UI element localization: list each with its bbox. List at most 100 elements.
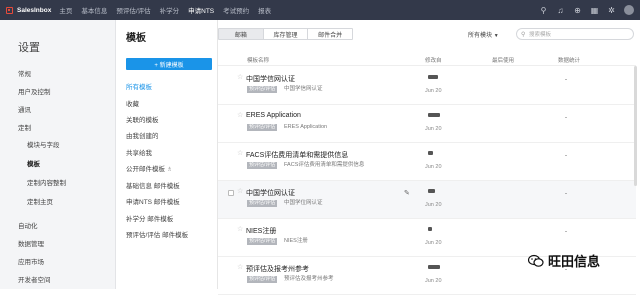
template-name[interactable]: FACS评估费用清单和需提供信息 (246, 150, 348, 160)
star-icon[interactable]: ☆ (237, 187, 243, 195)
nav-pre-assessment[interactable]: 预评估/评估 (116, 5, 150, 15)
template-subject: 中国学信网认证 (284, 86, 323, 92)
table-row[interactable]: ☆ 中国学位网认证 预评估/评估 中国学位网认证 ✎ Jun 20 - (218, 181, 636, 219)
folder-public-email[interactable]: 公开邮件模板 ♗ (126, 163, 172, 173)
template-name[interactable]: ERES Application (246, 112, 301, 119)
template-subject: NIES注册 (284, 238, 308, 244)
sidebar-item-general[interactable]: 常规 (18, 68, 31, 78)
template-name[interactable]: 中国学信网认证 (246, 74, 295, 84)
logo-icon (6, 6, 13, 14)
modified-by-avatar (428, 113, 440, 117)
table-row[interactable]: ☆ FACS评估费用清单和需提供信息 预评估/评估 FACS评估费用清单和需提供… (218, 143, 636, 181)
modified-by-avatar (428, 75, 438, 79)
table-row[interactable]: ☆ 中国学信网认证 预评估/评估 中国学信网认证 Jun 20 - (218, 67, 636, 105)
template-subject: ERES Application (284, 124, 328, 130)
add-icon[interactable]: ⊕ (573, 6, 582, 15)
modified-date: Jun 20 (425, 278, 442, 284)
folder-public-email-label: 公开邮件模板 (126, 166, 165, 173)
table-row[interactable]: ☆ ERES Application 预评估/评估 ERES Applicati… (218, 105, 636, 143)
search-icon[interactable]: ⚲ (539, 6, 548, 15)
template-subject: 中国学位网认证 (284, 200, 323, 206)
module-tag: 预评估/评估 (247, 200, 278, 207)
template-subject: 预评估及报考州参考 (284, 276, 334, 282)
folder-associated[interactable]: 关联的模板 (126, 114, 159, 124)
module-tag: 预评估/评估 (247, 124, 278, 131)
avatar[interactable] (624, 5, 634, 15)
settings-sidebar: 设置 常规 用户及控制 通讯 定制 模块与字段 模板 定制内容整制 定制主页 自… (0, 20, 116, 289)
folder-credits-email[interactable]: 补学分 邮件模板 (126, 213, 173, 223)
chevron-down-icon: ▼ (493, 33, 499, 39)
template-search-input[interactable]: ⚲ 搜索模板 (516, 28, 634, 40)
bell-icon[interactable]: ♫ (556, 6, 565, 15)
module-tag: 预评估/评估 (247, 86, 278, 93)
template-stats: - (565, 191, 567, 197)
modified-by-avatar (428, 151, 433, 155)
sidebar-item-custom-content[interactable]: 定制内容整制 (27, 177, 66, 187)
sidebar-item-modules-fields[interactable]: 模块与字段 (27, 139, 60, 149)
folder-created-by-me[interactable]: 由我创建的 (126, 130, 159, 140)
sidebar-item-users[interactable]: 用户及控制 (18, 86, 51, 96)
sidebar-item-comms[interactable]: 通讯 (18, 104, 31, 114)
folder-shared-with-me[interactable]: 共享给我 (126, 147, 152, 157)
new-template-button[interactable]: + 新建模板 (126, 58, 212, 70)
settings-icon[interactable]: ✲ (607, 6, 616, 15)
module-filter-label: 所有模块 (468, 33, 493, 39)
template-name[interactable]: 预评估及报考州参考 (246, 264, 309, 274)
column-header-last-used[interactable]: 最后使用 (492, 56, 514, 64)
template-type-tabs: 邮箱 库存管理 邮件合并 (218, 28, 353, 40)
table-scrollbar[interactable] (634, 66, 637, 186)
sidebar-item-developer-space[interactable]: 开发者空间 (18, 274, 51, 284)
modified-by-avatar (428, 189, 435, 193)
star-icon[interactable]: ☆ (237, 73, 243, 81)
nav-exam-booking[interactable]: 考试预约 (223, 5, 249, 15)
sidebar-item-templates[interactable]: 模板 (27, 158, 40, 168)
template-folder-panel: 模板 + 新建模板 所有模板 收藏 关联的模板 由我创建的 共享给我 公开邮件模… (116, 20, 218, 289)
star-icon[interactable]: ☆ (237, 149, 243, 157)
sidebar-title: 设置 (18, 42, 40, 54)
template-name[interactable]: 中国学位网认证 (246, 188, 295, 198)
calendar-icon[interactable]: ▦ (590, 6, 599, 15)
module-tag: 预评估/评估 (247, 162, 278, 169)
column-header-modified[interactable]: 修改自 (425, 56, 442, 64)
modified-date: Jun 20 (425, 88, 442, 94)
sidebar-item-customize[interactable]: 定制 (18, 122, 31, 132)
edit-pencil-icon[interactable]: ✎ (404, 189, 410, 197)
nav-credits[interactable]: 补学分 (160, 5, 180, 15)
nav-home[interactable]: 主页 (59, 5, 72, 15)
sidebar-item-marketplace[interactable]: 应用市场 (18, 256, 44, 266)
row-checkbox[interactable] (228, 190, 234, 196)
folder-basic-info-email[interactable]: 基础信息 邮件模板 (126, 180, 180, 190)
template-name[interactable]: NIES注册 (246, 226, 276, 236)
group-icon: ♗ (166, 167, 173, 173)
search-placeholder: 搜索模板 (529, 32, 552, 38)
nav-apply-nts[interactable]: 申请NTS (188, 5, 214, 15)
search-icon: ⚲ (521, 32, 526, 38)
modified-by-avatar (428, 265, 440, 269)
star-icon[interactable]: ☆ (237, 111, 243, 119)
tab-mail-merge[interactable]: 邮件合并 (308, 29, 352, 39)
template-stats: - (565, 115, 567, 121)
modified-date: Jun 20 (425, 126, 442, 132)
tab-email[interactable]: 邮箱 (219, 29, 264, 39)
module-tag: 预评估/评估 (247, 276, 278, 283)
sidebar-item-custom-home[interactable]: 定制主页 (27, 196, 53, 206)
sidebar-item-data-management[interactable]: 数据管理 (18, 238, 44, 248)
top-navigation-bar: SalesInbox 主页 基本信息 预评估/评估 补学分 申请NTS 考试预约… (0, 0, 640, 20)
topbar-actions: ⚲ ♫ ⊕ ▦ ✲ (539, 0, 634, 20)
nav-basic-info[interactable]: 基本信息 (81, 5, 107, 15)
star-icon[interactable]: ☆ (237, 263, 243, 271)
nav-reports[interactable]: 报表 (258, 5, 271, 15)
column-header-stats[interactable]: 数据统计 (558, 56, 580, 64)
folder-favorites[interactable]: 收藏 (126, 98, 139, 108)
template-stats: - (565, 229, 567, 235)
brand-logo[interactable]: SalesInbox (6, 6, 51, 14)
star-icon[interactable]: ☆ (237, 225, 243, 233)
folder-nts-email[interactable]: 申请NTS 邮件模板 (126, 196, 180, 206)
sidebar-item-automation[interactable]: 自动化 (18, 220, 38, 230)
folder-all-templates[interactable]: 所有模板 (126, 81, 152, 91)
module-filter-dropdown[interactable]: 所有模块 ▼ (468, 30, 499, 39)
folder-assessment-email[interactable]: 预评估/评估 邮件模板 (126, 229, 188, 239)
tab-inventory[interactable]: 库存管理 (264, 29, 309, 39)
modified-by-avatar (428, 227, 432, 231)
column-header-name[interactable]: 模板名称 (247, 56, 269, 64)
